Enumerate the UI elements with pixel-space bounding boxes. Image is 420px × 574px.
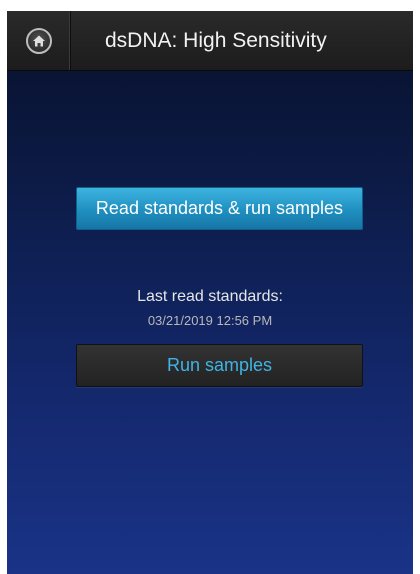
read-standards-button[interactable]: Read standards & run samples [76, 187, 363, 230]
last-read-label: Last read standards: [137, 288, 283, 305]
run-samples-button[interactable]: Run samples [76, 344, 363, 387]
page-title: dsDNA: High Sensitivity [105, 28, 327, 52]
app-screen: dsDNA: High Sensitivity Read standards &… [7, 11, 413, 574]
home-icon [25, 27, 52, 54]
title-bar: dsDNA: High Sensitivity [7, 11, 413, 71]
home-button[interactable] [7, 11, 71, 70]
last-read-datetime: 03/21/2019 12:56 PM [147, 313, 273, 328]
